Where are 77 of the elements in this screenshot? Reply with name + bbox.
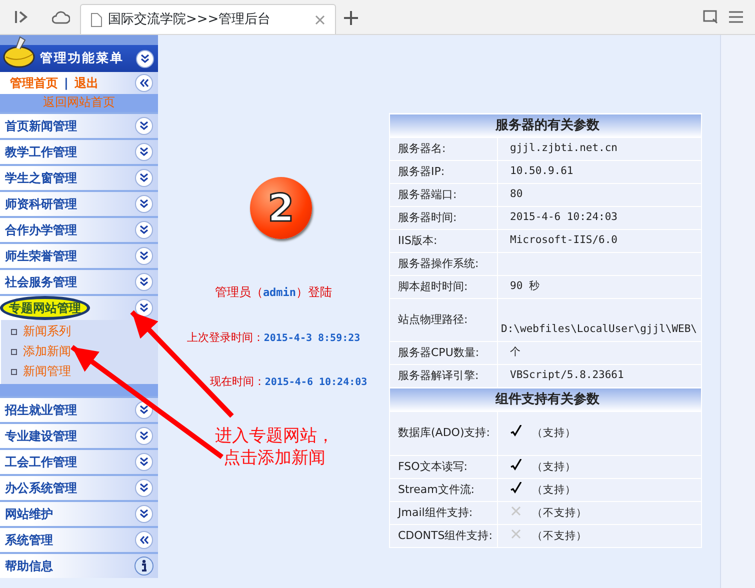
annotation-text: 进入专题网站， 点击添加新闻 [215,425,334,469]
browser-tab[interactable]: 国际交流学院>>>管理后台 [80,4,336,34]
table-cell: 2015-4-6 10:24:03 [498,206,702,230]
menu-item[interactable]: 首页新闻管理 [0,112,158,138]
table-cell: （支持） [498,412,702,456]
collapse-icon[interactable] [134,73,154,93]
menu-item[interactable]: 专题网站管理 [0,294,158,320]
current-time: 现在时间：2015-4-6 10:24:03 [208,374,368,390]
tab-title: 国际交流学院>>>管理后台 [108,10,272,29]
number-badge: 2 [250,177,312,239]
expand-icon[interactable] [134,116,154,136]
table-cell: 服务器操作系统: [390,252,498,276]
table-cell: Jmail组件支持: [390,502,498,524]
table-cell: 80 [498,184,702,206]
table-cell: FSO文本读写: [390,456,498,478]
table-cell: （不支持） [498,502,702,524]
menu-title: 管理功能菜单 [40,49,124,68]
login-text: 管理员（admin）登陆 [214,284,334,301]
table-cell: 脚本超时时间: [390,276,498,298]
tabs-icon[interactable] [703,10,719,24]
link-separator: | [64,75,68,92]
menu-item[interactable]: 网站维护 [0,500,158,526]
sidebar-toggle-icon[interactable] [14,11,28,23]
table-cell: Stream文件流: [390,478,498,502]
expand-icon[interactable] [134,220,154,240]
table-cell: gjjl.zjbti.net.cn [498,138,702,160]
expand-icon[interactable] [134,298,154,318]
table-cell: 服务器IP: [390,160,498,184]
table-cell: Microsoft-IIS/6.0 [498,230,702,252]
table-cell: （支持） [498,456,702,478]
table-cell: 10.50.9.61 [498,160,702,184]
menu-item[interactable]: 学生之窗管理 [0,164,158,190]
expand-icon[interactable] [134,194,154,214]
menu-item[interactable]: 帮助信息 [0,552,158,578]
expand-icon[interactable] [135,48,155,68]
menu-item[interactable]: 社会服务管理 [0,268,158,294]
table-cell: 服务器端口: [390,184,498,206]
table-cell: 数据库(ADO)支持: [390,412,498,456]
collapse-icon[interactable] [134,530,154,550]
section-header: 服务器的有关参数 [390,114,702,138]
table-cell: 服务器时间: [390,206,498,230]
table-cell: 站点物理路径: [390,298,498,342]
menu-item[interactable]: 教学工作管理 [0,138,158,164]
expand-icon[interactable] [134,504,154,524]
table-cell: D:\webfiles\LocalUser\gjjl\WEB\ [498,298,702,342]
menu-icon[interactable] [729,11,743,23]
expand-icon[interactable] [134,400,154,420]
page-icon [91,12,102,26]
expand-icon[interactable] [134,272,154,292]
expand-icon[interactable] [134,478,154,498]
cloud-icon[interactable] [52,10,70,24]
table-cell: （支持） [498,478,702,502]
last-login-time: 上次登录时间：2015-4-3 8:59:23 [186,330,362,346]
new-tab-icon[interactable] [344,11,358,25]
info-icon[interactable] [134,556,154,576]
menu-item[interactable]: 师资科研管理 [0,190,158,216]
section-header: 组件支持有关参数 [390,388,702,412]
table-cell: 服务器名: [390,138,498,160]
menu-item[interactable]: 工会工作管理 [0,448,158,474]
table-cell: 个 [498,342,702,364]
menu-item[interactable]: 招生就业管理 [0,396,158,422]
menu-item[interactable]: 师生荣誉管理 [0,242,158,268]
menu-item[interactable]: 办公系统管理 [0,474,158,500]
expand-icon[interactable] [134,452,154,472]
table-cell: 服务器CPU数量: [390,342,498,364]
table-cell: CDONTS组件支持: [390,524,498,548]
expand-icon[interactable] [134,246,154,266]
menu-item[interactable]: 专业建设管理 [0,422,158,448]
table-cell: 90 秒 [498,276,702,298]
expand-icon[interactable] [134,168,154,188]
table-cell: IIS版本: [390,230,498,252]
menu-item[interactable]: 合作办学管理 [0,216,158,242]
table-cell: （不支持） [498,524,702,548]
close-icon[interactable] [315,14,325,24]
expand-icon[interactable] [134,142,154,162]
expand-icon[interactable] [134,426,154,446]
menu-item[interactable]: 系统管理 [0,526,158,552]
